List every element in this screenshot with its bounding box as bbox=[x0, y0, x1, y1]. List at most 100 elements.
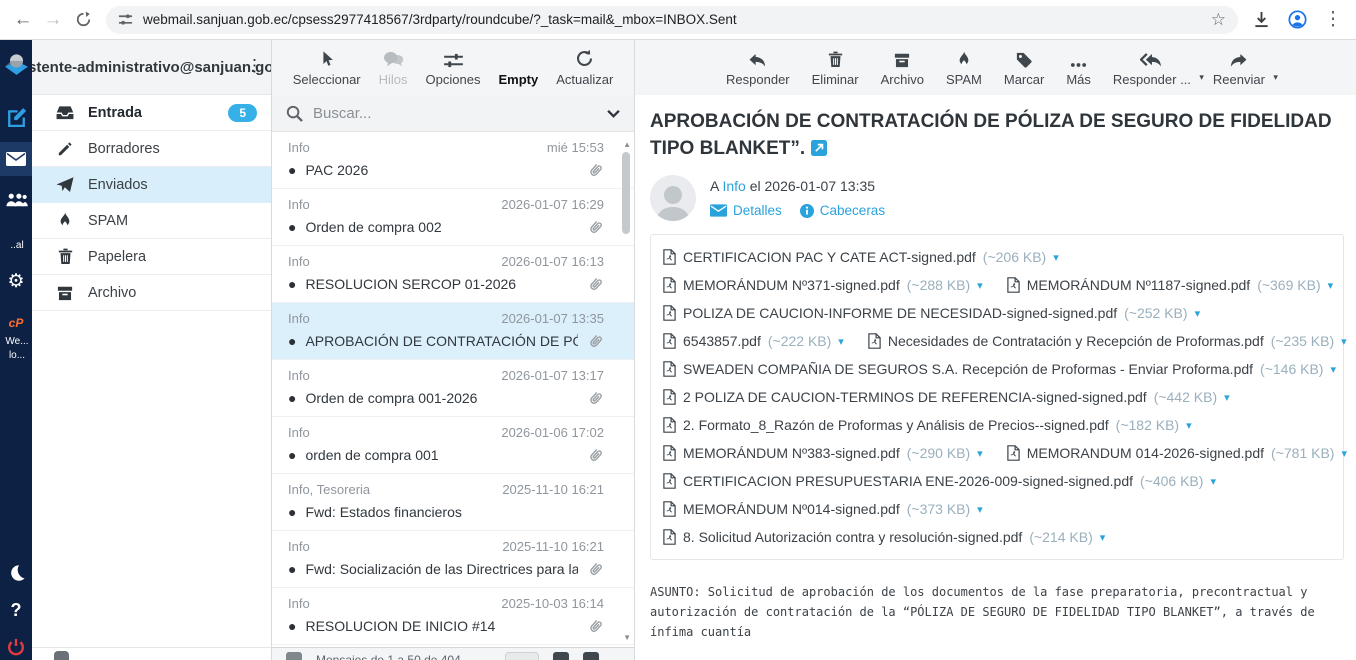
attachment-item[interactable]: 2. Formato_8_Razón de Proformas y Anális… bbox=[663, 417, 1192, 433]
attachment-item[interactable]: SWEADEN COMPAÑIA DE SEGUROS S.A. Recepci… bbox=[663, 361, 1336, 377]
message-row[interactable]: Info2026-01-07 16:13●RESOLUCION SERCOP 0… bbox=[272, 246, 634, 303]
attachment-menu-caret-icon[interactable]: ▾ bbox=[977, 447, 983, 460]
attachment-item[interactable]: Necesidades de Contratación y Recepción … bbox=[868, 333, 1347, 349]
m-s-button[interactable]: Más bbox=[1066, 48, 1091, 87]
attachment-item[interactable]: MEMORANDUM 014-2026-signed.pdf(~781 KB)▾ bbox=[1007, 445, 1347, 461]
message-row[interactable]: Info2026-01-07 13:17●Orden de compra 001… bbox=[272, 360, 634, 417]
footer-icon[interactable] bbox=[286, 652, 302, 660]
spam-button[interactable]: SPAM bbox=[946, 48, 982, 87]
attachment-item[interactable]: 8. Solicitud Autorización contra y resol… bbox=[663, 529, 1105, 545]
message-row[interactable]: Infomié 15:53●PAC 2026 bbox=[272, 132, 634, 189]
attachment-item[interactable]: CERTIFICACION PAC Y CATE ACT-signed.pdf(… bbox=[663, 249, 1059, 265]
scroll-down-icon[interactable]: ▼ bbox=[623, 633, 631, 642]
attachment-row: MEMORÁNDUM Nº014-signed.pdf(~373 KB)▾ bbox=[663, 495, 1331, 523]
paperclip-icon bbox=[587, 561, 604, 578]
search-options-chevron-icon[interactable] bbox=[607, 109, 620, 118]
mail-nav-button[interactable] bbox=[0, 142, 32, 176]
archivo-button[interactable]: Archivo bbox=[881, 48, 924, 87]
headers-toggle[interactable]: Cabeceras bbox=[800, 203, 885, 218]
attachment-menu-caret-icon[interactable]: ▾ bbox=[1210, 475, 1216, 488]
url-text[interactable]: webmail.sanjuan.gob.ec/cpsess2977418567/… bbox=[143, 12, 1211, 27]
folder-item-archivo[interactable]: Archivo bbox=[32, 275, 271, 311]
refresh-button[interactable]: Actualizar bbox=[556, 48, 613, 87]
dark-mode-button[interactable] bbox=[0, 564, 32, 582]
folder-item-enviados[interactable]: Enviados bbox=[32, 167, 271, 203]
attachment-menu-caret-icon[interactable]: ▾ bbox=[977, 279, 983, 292]
select-button[interactable]: Seleccionar bbox=[293, 48, 361, 87]
envelope-icon bbox=[710, 204, 727, 217]
attachment-menu-caret-icon[interactable]: ▾ bbox=[1328, 279, 1334, 292]
contacts-button[interactable] bbox=[0, 192, 32, 208]
responder-button[interactable]: Responder ...▾ bbox=[1113, 48, 1191, 87]
reenviar-button[interactable]: Reenviar▾ bbox=[1213, 48, 1265, 87]
attachment-item[interactable]: MEMORÁNDUM Nº383-signed.pdf(~290 KB)▾ bbox=[663, 445, 983, 461]
marcar-button[interactable]: Marcar bbox=[1004, 48, 1044, 87]
bookmark-star-icon[interactable]: ☆ bbox=[1211, 10, 1226, 30]
folder-item-entrada[interactable]: Entrada5 bbox=[32, 95, 271, 131]
attachment-name: CERTIFICACION PRESUPUESTARIA ENE-2026-00… bbox=[683, 473, 1133, 489]
message-row[interactable]: Info, Tesoreria2025-11-10 16:21●Fwd: Est… bbox=[272, 474, 634, 531]
attachment-item[interactable]: MEMORÁNDUM Nº371-signed.pdf(~288 KB)▾ bbox=[663, 277, 983, 293]
options-button[interactable]: Opciones bbox=[426, 48, 481, 87]
folder-item-borradores[interactable]: Borradores bbox=[32, 131, 271, 167]
attachment-menu-caret-icon[interactable]: ▾ bbox=[977, 503, 983, 516]
dropdown-caret-icon[interactable]: ▾ bbox=[1199, 72, 1204, 83]
account-menu-icon[interactable]: ⋮ bbox=[246, 56, 263, 76]
attachment-size: (~222 KB) bbox=[768, 333, 831, 349]
attachment-item[interactable]: POLIZA DE CAUCION-INFORME DE NECESIDAD-s… bbox=[663, 305, 1200, 321]
folders-footer-icon[interactable] bbox=[54, 651, 69, 660]
details-toggle[interactable]: Detalles bbox=[710, 203, 782, 218]
prev-page-icon[interactable] bbox=[553, 652, 569, 660]
recipient-link[interactable]: Info bbox=[722, 178, 745, 194]
responder-button[interactable]: Responder bbox=[726, 48, 790, 87]
page-input[interactable] bbox=[505, 652, 539, 660]
settings-button[interactable]: ⚙ bbox=[0, 270, 32, 293]
reload-button[interactable] bbox=[68, 5, 98, 35]
attachment-menu-caret-icon[interactable]: ▾ bbox=[1341, 447, 1347, 460]
site-info-icon[interactable] bbox=[118, 12, 133, 27]
attachment-menu-caret-icon[interactable]: ▾ bbox=[1330, 363, 1336, 376]
pdf-file-icon bbox=[663, 305, 676, 321]
download-button[interactable] bbox=[1246, 5, 1276, 35]
attachment-item[interactable]: CERTIFICACION PRESUPUESTARIA ENE-2026-00… bbox=[663, 473, 1216, 489]
browser-menu-button[interactable]: ⋮ bbox=[1318, 5, 1348, 35]
message-row[interactable]: Info2026-01-07 13:35●APROBACIÓN DE CONTR… bbox=[272, 303, 634, 360]
message-subject: APROBACIÓN DE CONTRATACIÓN DE PÓLI... bbox=[305, 332, 578, 351]
help-button[interactable]: ? bbox=[0, 600, 32, 621]
back-button[interactable]: ← bbox=[8, 5, 38, 35]
open-in-new-window-icon[interactable] bbox=[811, 140, 827, 156]
attachments-box: CERTIFICACION PAC Y CATE ACT-signed.pdf(… bbox=[650, 234, 1344, 560]
search-bar[interactable]: Buscar... bbox=[272, 95, 634, 132]
attachment-menu-caret-icon[interactable]: ▾ bbox=[1341, 335, 1347, 348]
message-row[interactable]: Info2025-10-03 16:14●RESOLUCION DE INICI… bbox=[272, 588, 634, 645]
compose-button[interactable] bbox=[0, 106, 32, 127]
attachment-menu-caret-icon[interactable]: ▾ bbox=[1195, 307, 1201, 320]
attachment-menu-caret-icon[interactable]: ▾ bbox=[838, 335, 844, 348]
attachment-menu-caret-icon[interactable]: ▾ bbox=[1053, 251, 1059, 264]
attachment-item[interactable]: MEMORÁNDUM Nº1187-signed.pdf(~369 KB)▾ bbox=[1007, 277, 1333, 293]
threads-button[interactable]: Hilos bbox=[379, 48, 408, 87]
attachment-item[interactable]: 6543857.pdf(~222 KB)▾ bbox=[663, 333, 844, 349]
message-row[interactable]: Info2026-01-07 16:29●Orden de compra 002 bbox=[272, 189, 634, 246]
attachment-menu-caret-icon[interactable]: ▾ bbox=[1224, 391, 1230, 404]
message-row[interactable]: Info2026-01-06 17:02●orden de compra 001 bbox=[272, 417, 634, 474]
attachment-item[interactable]: MEMORÁNDUM Nº014-signed.pdf(~373 KB)▾ bbox=[663, 501, 983, 517]
list-scrollbar-thumb[interactable] bbox=[622, 152, 630, 234]
forward-button[interactable]: → bbox=[38, 5, 68, 35]
attachment-menu-caret-icon[interactable]: ▾ bbox=[1100, 531, 1106, 544]
logout-button[interactable] bbox=[0, 638, 32, 656]
next-page-icon[interactable] bbox=[583, 652, 599, 660]
app-logo[interactable] bbox=[0, 52, 32, 77]
message-row[interactable]: Info2025-11-10 16:21●Fwd: Socialización … bbox=[272, 531, 634, 588]
profile-button[interactable] bbox=[1282, 5, 1312, 35]
cpanel-link[interactable]: cP bbox=[0, 316, 32, 330]
attachment-menu-caret-icon[interactable]: ▾ bbox=[1186, 419, 1192, 432]
dropdown-caret-icon[interactable]: ▾ bbox=[1273, 72, 1278, 83]
scroll-up-icon[interactable]: ▲ bbox=[623, 140, 631, 149]
folder-item-spam[interactable]: SPAM bbox=[32, 203, 271, 239]
eliminar-button[interactable]: Eliminar bbox=[812, 48, 859, 87]
empty-button[interactable]: Empty bbox=[498, 48, 538, 87]
attachment-item[interactable]: 2 POLIZA DE CAUCION-TERMINOS DE REFERENC… bbox=[663, 389, 1230, 405]
url-bar[interactable]: webmail.sanjuan.gob.ec/cpsess2977418567/… bbox=[106, 6, 1238, 34]
folder-item-papelera[interactable]: Papelera bbox=[32, 239, 271, 275]
